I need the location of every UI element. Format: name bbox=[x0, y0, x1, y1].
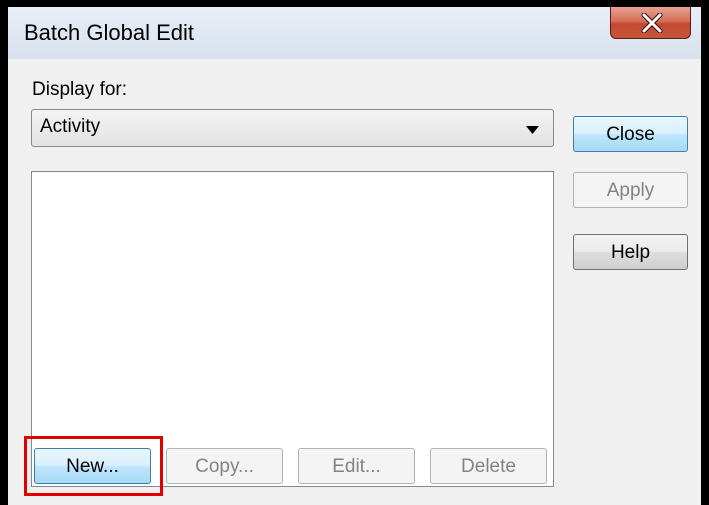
window-frame-right bbox=[701, 0, 709, 505]
window-frame-top bbox=[0, 0, 709, 7]
edit-button[interactable]: Edit... bbox=[298, 448, 415, 484]
apply-button[interactable]: Apply bbox=[573, 172, 688, 208]
help-button[interactable]: Help bbox=[573, 234, 688, 270]
dropdown-arrow-icon bbox=[526, 126, 539, 134]
delete-button[interactable]: Delete bbox=[430, 448, 547, 484]
close-button[interactable]: Close bbox=[573, 116, 688, 152]
copy-button[interactable]: Copy... bbox=[166, 448, 283, 484]
window-frame-left bbox=[0, 0, 8, 505]
display-for-label: Display for: bbox=[32, 79, 128, 100]
window-close-button[interactable] bbox=[610, 7, 691, 39]
display-for-selected-value: Activity bbox=[40, 116, 101, 137]
new-button-highlight bbox=[24, 436, 163, 496]
close-x-icon bbox=[641, 13, 663, 33]
window-title: Batch Global Edit bbox=[24, 20, 194, 45]
dialog-client-area: Display for: Activity Close Apply Help N… bbox=[8, 59, 701, 505]
display-for-dropdown[interactable]: Activity bbox=[31, 109, 554, 147]
title-bar: Batch Global Edit bbox=[8, 7, 701, 59]
